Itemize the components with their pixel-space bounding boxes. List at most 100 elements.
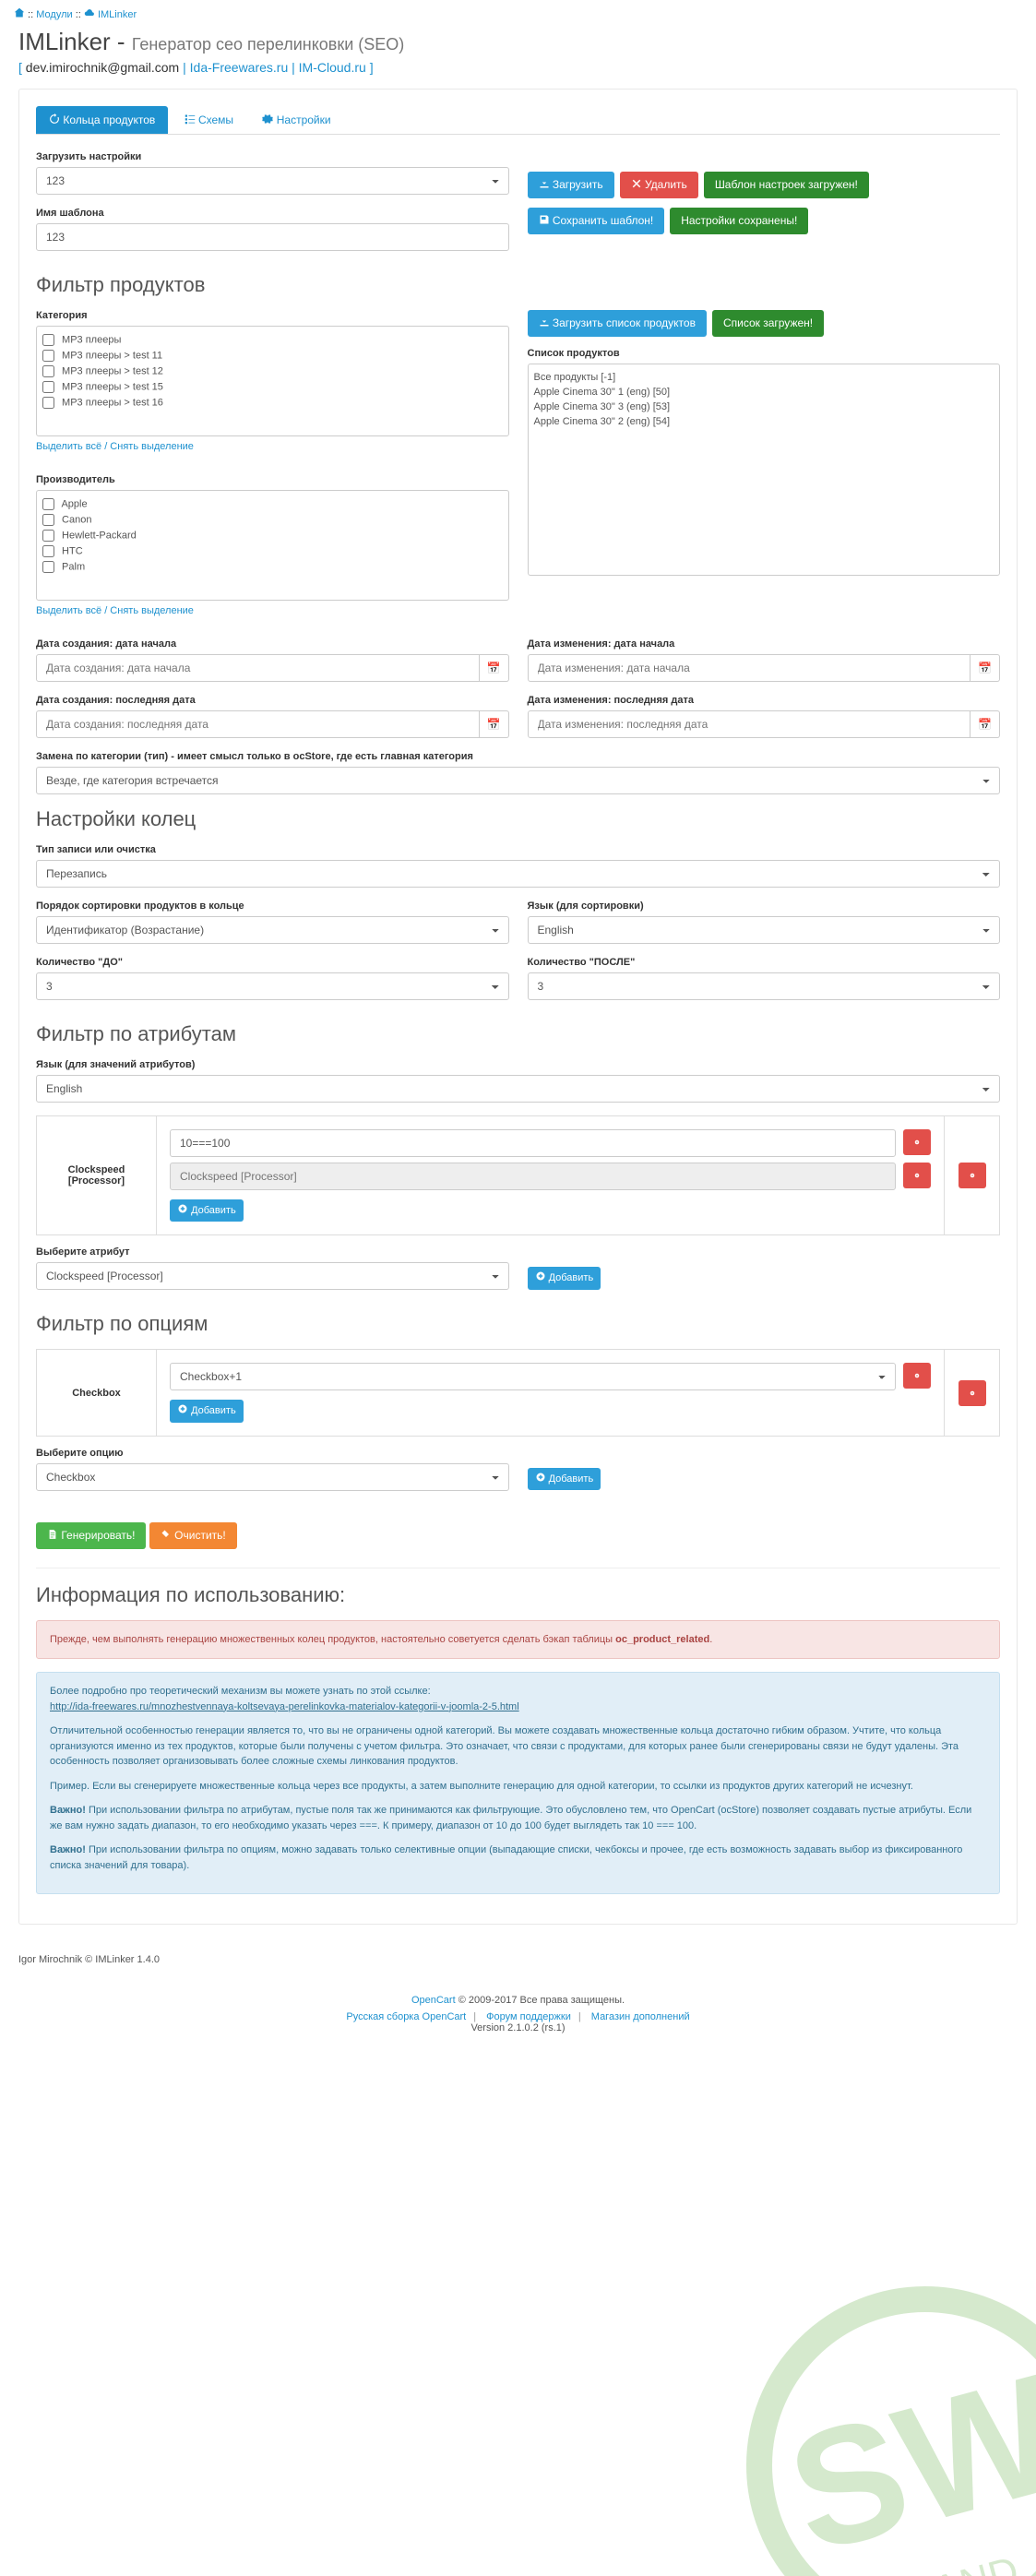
attr-row-label: Clockspeed [Processor]	[37, 1116, 157, 1234]
file-icon	[47, 1529, 58, 1540]
info-block: Более подробно про теоретический механиз…	[36, 1672, 1000, 1894]
category-toggle-all[interactable]: Выделить всё / Снять выделение	[36, 441, 194, 452]
section-filter-products: Фильтр продуктов	[36, 273, 1000, 297]
list-item[interactable]: Apple Cinema 30" 2 (eng) [54]	[534, 414, 994, 429]
generate-button[interactable]: Генерировать!	[36, 1522, 146, 1549]
add-opt-button[interactable]: Добавить	[528, 1468, 601, 1490]
count-after-select[interactable]: 3	[528, 972, 1001, 1000]
close-icon	[631, 178, 642, 189]
plus-icon	[535, 1472, 546, 1483]
home-icon	[14, 7, 25, 18]
category-label: Категория	[36, 310, 509, 321]
record-type-select[interactable]: Перезапись	[36, 860, 1000, 888]
category-listbox[interactable]: MP3 плееры MP3 плееры > test 11 MP3 плее…	[36, 326, 509, 436]
clear-button[interactable]: Очистить!	[149, 1522, 237, 1549]
breadcrumb-modules[interactable]: Модули	[36, 9, 72, 20]
svg-text:.BAND: .BAND	[892, 2548, 1024, 2576]
opt-value-remove-button[interactable]	[903, 1363, 931, 1389]
minus-icon	[914, 1370, 920, 1381]
footer-opencart-link[interactable]: OpenCart	[411, 1995, 456, 2006]
tab-settings[interactable]: Настройки	[249, 106, 343, 134]
load-button[interactable]: Загрузить	[528, 172, 614, 198]
date-modified-start-input[interactable]	[528, 654, 971, 682]
attr-value-remove-button[interactable]	[903, 1163, 931, 1188]
list-item[interactable]: Apple Cinema 30" 1 (eng) [50]	[534, 385, 994, 400]
template-name-input[interactable]	[36, 223, 509, 251]
list-item[interactable]: Apple	[42, 496, 503, 512]
minus-icon	[970, 1388, 975, 1399]
manufacturer-label: Производитель	[36, 474, 509, 485]
link-imcloud[interactable]: IM-Cloud.ru	[299, 60, 366, 75]
attr-add-value-button[interactable]: Добавить	[170, 1199, 244, 1222]
list-item[interactable]: Apple Cinema 30" 3 (eng) [53]	[534, 400, 994, 414]
add-attr-button[interactable]: Добавить	[528, 1267, 601, 1289]
list-item[interactable]: MP3 плееры > test 12	[42, 364, 503, 379]
footer-link-forum[interactable]: Форум поддержки	[486, 2011, 571, 2022]
footer-link-russian[interactable]: Русская сборка OpenCart	[346, 2011, 466, 2022]
template-name-label: Имя шаблона	[36, 208, 509, 219]
plus-icon	[177, 1403, 188, 1414]
calendar-icon[interactable]: 📅	[480, 654, 509, 682]
delete-button[interactable]: Удалить	[620, 172, 698, 198]
save-template-button[interactable]: Сохранить шаблон!	[528, 208, 665, 234]
list-item[interactable]: Hewlett-Packard	[42, 528, 503, 543]
date-created-end-input[interactable]	[36, 710, 480, 738]
list-item[interactable]: Canon	[42, 512, 503, 528]
opt-row-remove-button[interactable]	[959, 1380, 986, 1406]
load-settings-label: Загрузить настройки	[36, 151, 509, 162]
footer-link-store[interactable]: Магазин дополнений	[591, 2011, 690, 2022]
list-item[interactable]: MP3 плееры > test 16	[42, 395, 503, 411]
list-item[interactable]: MP3 плееры > test 11	[42, 348, 503, 364]
attr-lang-select[interactable]: English	[36, 1075, 1000, 1103]
opt-value-select[interactable]: Checkbox+1	[170, 1363, 896, 1390]
count-after-label: Количество "ПОСЛЕ"	[528, 957, 1001, 968]
date-modified-end-input[interactable]	[528, 710, 971, 738]
calendar-icon[interactable]: 📅	[480, 710, 509, 738]
attr-value-input-1[interactable]	[170, 1129, 896, 1157]
list-item[interactable]: HTC	[42, 543, 503, 559]
attr-value-input-2[interactable]	[170, 1163, 896, 1190]
attr-row-remove-button[interactable]	[959, 1163, 986, 1188]
product-listbox[interactable]: Все продукты [-1]Apple Cinema 30" 1 (eng…	[528, 364, 1001, 576]
count-before-select[interactable]: 3	[36, 972, 509, 1000]
attr-lang-label: Язык (для значений атрибутов)	[36, 1059, 1000, 1070]
calendar-icon[interactable]: 📅	[971, 710, 1000, 738]
status-list-loaded: Список загружен!	[712, 310, 824, 337]
info-link[interactable]: http://ida-freewares.ru/mnozhestvennaya-…	[50, 1701, 519, 1712]
list-item[interactable]: MP3 плееры > test 15	[42, 379, 503, 395]
replace-category-select[interactable]: Везде, где категория встречается	[36, 767, 1000, 794]
calendar-icon[interactable]: 📅	[971, 654, 1000, 682]
select-attr-select[interactable]: Clockspeed [Processor]	[36, 1262, 509, 1290]
minus-icon	[914, 1170, 920, 1181]
breadcrumb-imlinker[interactable]: IMLinker	[98, 9, 137, 20]
manufacturer-listbox[interactable]: Apple Canon Hewlett-Packard HTC Palm	[36, 490, 509, 601]
date-created-start-label: Дата создания: дата начала	[36, 638, 509, 650]
link-ida[interactable]: Ida-Freewares.ru	[190, 60, 289, 75]
opt-add-value-button[interactable]: Добавить	[170, 1400, 244, 1422]
tab-schemes[interactable]: Схемы	[172, 106, 246, 134]
select-opt-select[interactable]: Checkbox	[36, 1463, 509, 1491]
list-item[interactable]: MP3 плееры	[42, 332, 503, 348]
svg-text:SW: SW	[772, 2340, 1036, 2576]
section-ring-settings: Настройки колец	[36, 807, 1000, 831]
tab-rings[interactable]: Кольца продуктов	[36, 106, 168, 134]
minus-icon	[970, 1170, 975, 1181]
eraser-icon	[161, 1529, 172, 1540]
manufacturer-toggle-all[interactable]: Выделить всё / Снять выделение	[36, 605, 194, 616]
gear-icon	[262, 113, 273, 125]
date-modified-end-label: Дата изменения: последняя дата	[528, 695, 1001, 706]
load-settings-select[interactable]: 123	[36, 167, 509, 195]
list-item[interactable]: Palm	[42, 559, 503, 575]
breadcrumb-home[interactable]	[14, 9, 25, 20]
sort-order-select[interactable]: Идентификатор (Возрастание)	[36, 916, 509, 944]
sort-lang-select[interactable]: English	[528, 916, 1001, 944]
download-icon	[539, 178, 550, 189]
list-item[interactable]: Все продукты [-1]	[534, 370, 994, 385]
date-created-start-input[interactable]	[36, 654, 480, 682]
record-type-label: Тип записи или очистка	[36, 844, 1000, 855]
load-product-list-button[interactable]: Загрузить список продуктов	[528, 310, 707, 337]
attr-value-remove-button[interactable]	[903, 1129, 931, 1155]
attribute-table: Clockspeed [Processor] Добавить	[36, 1115, 1000, 1235]
count-before-label: Количество "ДО"	[36, 957, 509, 968]
module-footer: Igor Mirochnik © IMLinker 1.4.0	[0, 1943, 1036, 1976]
